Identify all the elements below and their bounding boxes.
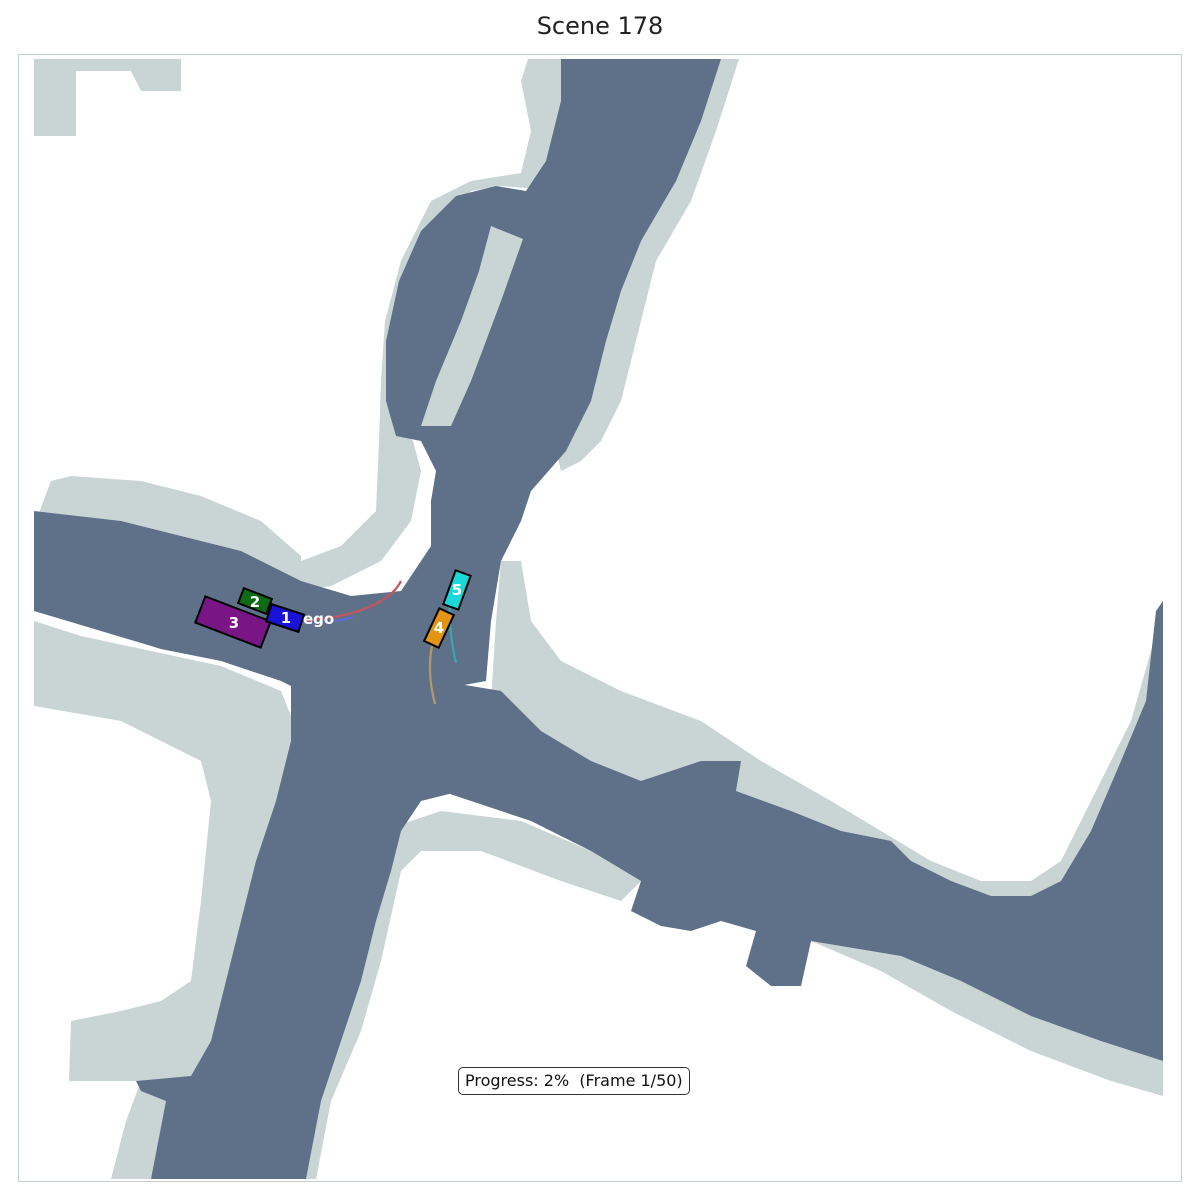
- map-svg: 3 2 1 ego 5 4: [34, 59, 1163, 1179]
- scene-title: Scene 178: [536, 12, 664, 40]
- vehicle-3-label: 3: [229, 614, 239, 632]
- vehicle-5-label: 5: [452, 581, 462, 599]
- sidewalk-top-left: [34, 59, 181, 136]
- progress-indicator: Progress: 2% (Frame 1/50): [458, 1067, 690, 1095]
- map-canvas[interactable]: 3 2 1 ego 5 4: [18, 54, 1182, 1182]
- vehicle-4-label: 4: [434, 619, 444, 637]
- vehicle-2-label: 2: [250, 593, 260, 611]
- ego-label: ego: [303, 610, 334, 628]
- vehicle-1-label: 1: [281, 609, 291, 627]
